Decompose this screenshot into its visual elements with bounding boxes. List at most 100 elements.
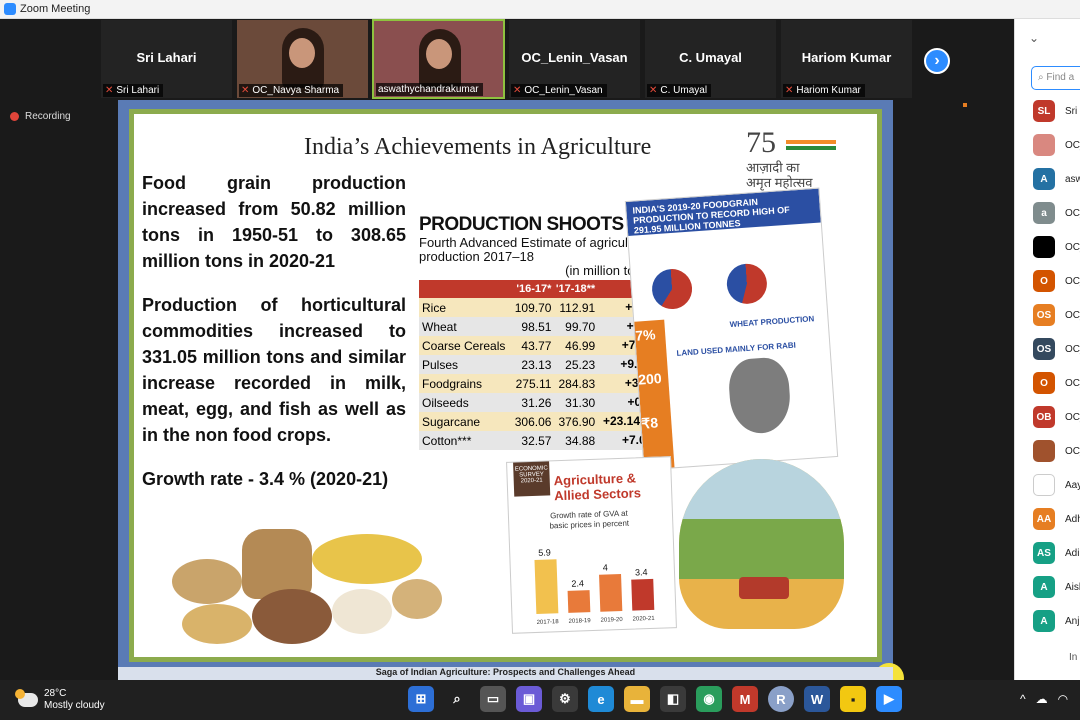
next-page-arrow-icon[interactable]: › [924,48,950,74]
table-cell-crop: Wheat [419,317,511,336]
infographic-section: WHEAT PRODUCTION [729,314,815,330]
avatar: AS [1033,542,1055,564]
participant-list-name: asw [1065,173,1080,185]
participant-list-item[interactable]: OB OC_ [1033,406,1080,428]
sticky-notes-icon[interactable]: ▪ [840,686,866,712]
avatar: a [1033,202,1055,224]
participant-label-text: aswathychandrakumar [378,84,479,95]
gva-bar-value: 4 [602,562,608,573]
participant-tile-video[interactable]: ✕ OC_Navya Sharma [236,19,369,99]
participant-name-big: C. Umayal [679,50,742,65]
participant-list-item[interactable]: O OC_ [1033,270,1080,292]
participant-tile[interactable]: C. Umayal ✕ C. Umayal [644,19,777,99]
participant-list-item[interactable]: OS OC_ [1033,304,1080,326]
table-row: Pulses23.1325.23+9.07 [419,355,667,374]
chevron-down-icon[interactable]: ⌄ [1029,31,1039,45]
table-cell-y1617: 275.11 [510,374,555,393]
search-icon[interactable]: ⌕ [444,686,470,712]
participant-list-item[interactable]: Aay [1033,474,1080,496]
participant-list-name: Aay [1065,479,1080,491]
participant-list-item[interactable]: A Aish [1033,576,1080,598]
chrome-icon[interactable]: ◉ [696,686,722,712]
participant-list-item[interactable]: OC_ [1033,236,1080,258]
gva-title: Agriculture & Allied Sectors [553,470,642,504]
participant-list-item[interactable]: OC_ [1033,134,1080,156]
participant-list-item[interactable]: O OC_ [1033,372,1080,394]
system-tray: ^ ☁ ◠ [1020,692,1068,706]
participant-label: ✕ Hariom Kumar [783,84,865,97]
cloud-sync-icon[interactable]: ☁ [1036,692,1048,706]
avatar: O [1033,270,1055,292]
panel-more-button[interactable]: In [1069,652,1077,663]
participant-list-name: OC_ [1065,343,1080,355]
participant-name-big: Sri Lahari [136,50,197,65]
task-view-icon[interactable]: ▭ [480,686,506,712]
weather-cloud-icon [15,689,38,707]
slide-paragraph-3: Growth rate - 3.4 % (2020-21) [142,469,389,489]
meeting-area: Sri Lahari ✕ Sri Lahari ✕ OC_Navya Sharma … [0,19,1014,693]
production-table: '16-17* '17-18** % chg Rice109.70112.91+… [419,280,667,450]
col-header: '16-17* [510,280,555,298]
tray-chevron-up-icon[interactable]: ^ [1020,692,1026,706]
start-windows-icon[interactable]: ⊞ [408,686,434,712]
participant-list-item[interactable]: a OC_ [1033,202,1080,224]
table-cell-crop: Pulses [419,355,511,374]
avatar: A [1033,610,1055,632]
participant-name-big: Hariom Kumar [801,50,892,65]
participant-list-item[interactable]: SL Sri [1033,100,1077,122]
participant-list-name: Sri [1065,105,1078,117]
participant-list-item[interactable]: OC_ [1033,440,1080,462]
participant-video-face [426,39,452,69]
window-titlebar: Zoom Meeting [0,0,1080,19]
participant-list-name: OC_ [1065,411,1080,423]
participant-tile-video-active[interactable]: aswathychandrakumar [372,19,505,99]
table-cell-y1718: 112.91 [554,298,599,317]
participant-name-big: OC_Lenin_Vasan [521,50,628,65]
mcafee-shield-icon[interactable]: M [732,686,758,712]
participant-list-name: OC_ [1065,309,1080,321]
mic-muted-icon: ✕ [513,85,522,96]
participant-list-name: Aish [1065,581,1080,593]
participant-list-name: Adh [1065,513,1080,525]
participant-list-name: OC_ [1065,139,1080,151]
weather-widget[interactable]: 28°C Mostly cloudy [15,688,105,712]
participant-list-item[interactable]: Aasw [1033,168,1080,190]
slide-footer: Saga of Indian Agriculture: Prospects an… [118,667,893,681]
participants-panel: ⌄ ⌕ Find a SLSriOC_AaswaOC_OC_OOC_OSOC_O… [1014,19,1080,680]
table-row: Foodgrains275.11284.83+3.53 [419,374,667,393]
zoom-taskbar-icon[interactable]: ▶ [876,686,902,712]
foodgrain-infographic: INDIA'S 2019-20 FOODGRAIN PRODUCTION TO … [624,187,839,471]
recording-label: Recording [25,111,71,122]
azadi-ka-amrit-mahotsav-logo: 75 आज़ादी का अमृत महोत्सव [746,126,856,196]
logo-flag-green [786,146,836,150]
gva-bar-value: 5.9 [538,547,551,558]
participant-list-item[interactable]: AS Adi [1033,542,1079,564]
wifi-icon[interactable]: ◠ [1058,692,1068,706]
edge-browser-icon[interactable]: e [588,686,614,712]
participant-tile[interactable]: Sri Lahari ✕ Sri Lahari [100,19,233,99]
participant-tile[interactable]: OC_Lenin_Vasan ✕ OC_Lenin_Vasan [508,19,641,99]
participant-list-item[interactable]: A Anj [1033,610,1079,632]
participant-search-input[interactable]: ⌕ Find a [1031,66,1080,90]
gva-bar [599,574,623,612]
store-icon[interactable]: ◧ [660,686,686,712]
file-explorer-icon[interactable]: ▬ [624,686,650,712]
table-cell-y1617: 32.57 [510,431,555,450]
shared-screen: India’s Achievements in Agriculture 75 आ… [118,100,904,693]
participant-list-item[interactable]: OS OC_ [1033,338,1080,360]
participant-list-name: Adi [1065,547,1080,559]
table-cell-crop: Cotton*** [419,431,511,450]
table-cell-y1617: 109.70 [510,298,555,317]
recording-indicator[interactable]: Recording [10,111,71,122]
word-icon[interactable]: W [804,686,830,712]
participant-strip: Sri Lahari ✕ Sri Lahari ✕ OC_Navya Sharma … [100,19,913,99]
settings-gear-icon[interactable]: ⚙ [552,686,578,712]
table-cell-y1718: 46.99 [554,336,599,355]
participant-tile[interactable]: Hariom Kumar ✕ Hariom Kumar [780,19,913,99]
teams-chat-icon[interactable]: ▣ [516,686,542,712]
participant-list-name: OC_ [1065,377,1080,389]
avatar [1033,236,1055,258]
search-placeholder: Find a [1046,72,1075,83]
participant-list-item[interactable]: AA Adh [1033,508,1080,530]
r-app-icon[interactable]: R [768,686,794,712]
